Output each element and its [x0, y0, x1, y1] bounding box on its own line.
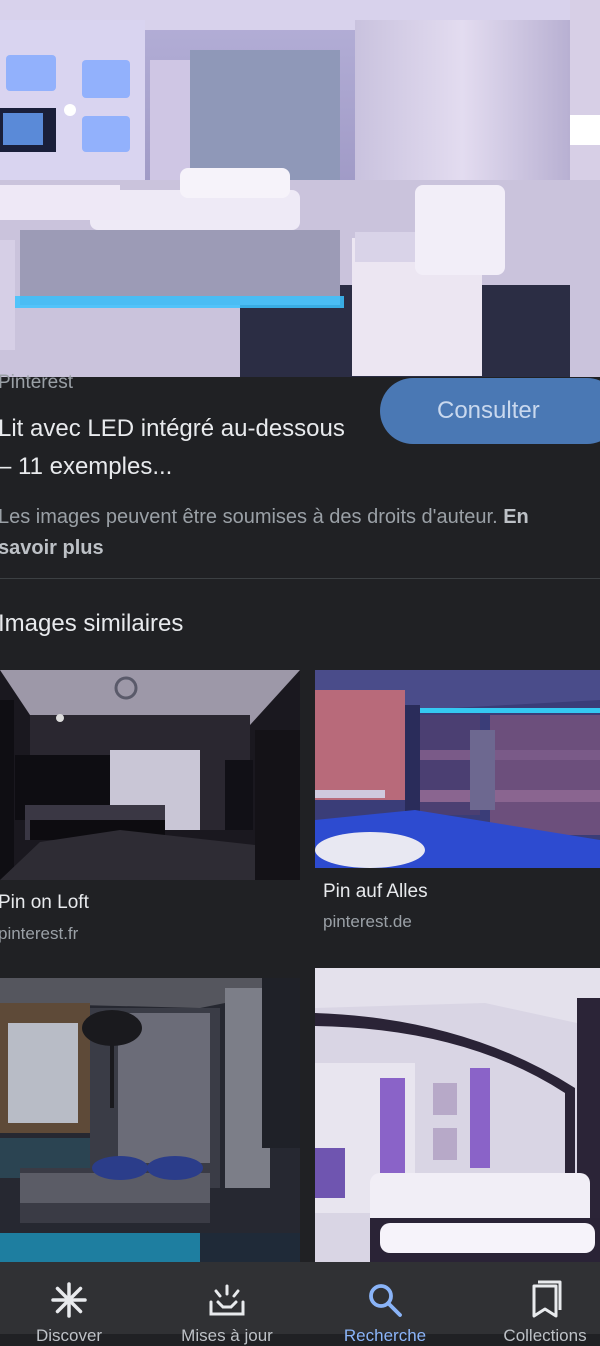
- bunk-bed-room-photo: [315, 670, 600, 868]
- nav-search[interactable]: Recherche: [310, 1262, 460, 1345]
- copyright-text: Les images peuvent être soumises à des d…: [0, 506, 504, 528]
- similar-image-1[interactable]: [0, 670, 300, 880]
- search-icon: [369, 1284, 402, 1317]
- result-source[interactable]: Pinterest: [0, 372, 73, 394]
- nav-label: Collections: [503, 1326, 587, 1345]
- nav-updates[interactable]: Mises à jour: [152, 1262, 302, 1345]
- copyright-notice: Les images peuvent être soumises à des d…: [0, 502, 558, 564]
- consult-button[interactable]: Consulter: [380, 378, 600, 444]
- bedroom-photo: [0, 670, 300, 880]
- nav-label: Mises à jour: [181, 1326, 273, 1345]
- similar-image-3[interactable]: [0, 978, 300, 1262]
- consult-button-label: Consulter: [437, 397, 540, 424]
- asterisk-icon: [51, 1282, 87, 1318]
- bedroom-photo: [0, 0, 600, 377]
- divider: [0, 578, 600, 579]
- nav-discover[interactable]: Discover: [0, 1262, 144, 1345]
- updates-icon: [209, 1284, 245, 1316]
- similar-images-heading: Images similaires: [0, 610, 184, 637]
- similar-item-title[interactable]: Pin on Loft: [0, 892, 89, 914]
- result-image[interactable]: [0, 0, 600, 377]
- nav-collections[interactable]: Collections: [470, 1262, 600, 1345]
- bottom-navigation: Discover Mises à jour Recherche Collecti…: [0, 1262, 600, 1345]
- similar-item-domain: pinterest.fr: [0, 924, 79, 943]
- similar-image-2[interactable]: [315, 670, 600, 868]
- similar-item-title[interactable]: Pin auf Alles: [323, 881, 428, 903]
- bedroom-photo: [0, 978, 300, 1262]
- nav-label: Recherche: [343, 1326, 427, 1345]
- nav-label: Discover: [35, 1326, 103, 1345]
- result-title[interactable]: Lit avec LED intégré au-dessous – 11 exe…: [0, 410, 358, 486]
- similar-item-domain: pinterest.de: [323, 912, 412, 931]
- similar-image-4[interactable]: [315, 968, 600, 1262]
- collections-icon: [532, 1280, 562, 1318]
- bedroom-photo: [315, 968, 600, 1262]
